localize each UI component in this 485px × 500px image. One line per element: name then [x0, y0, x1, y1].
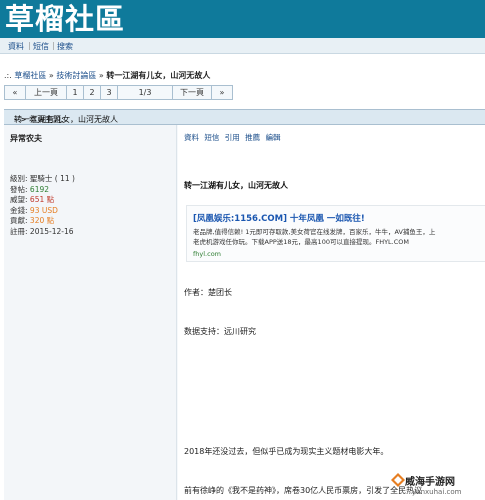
- breadcrumb: .:. 草榴社區 » 技術討論區 » 转一江湖有儿女，山河无故人: [4, 70, 210, 81]
- page-1-button[interactable]: 1: [66, 85, 84, 100]
- pagination: « 上一頁 1 2 3 1/3 下一頁 »: [4, 85, 233, 100]
- breadcrumb-forum-link[interactable]: 技術討論區: [56, 71, 96, 80]
- breadcrumb-current: 转一江湖有儿女，山河无故人: [106, 71, 211, 80]
- page-3-button[interactable]: 3: [100, 85, 118, 100]
- author-sidebar: 异常农夫 級別: 聖騎士 ( 11 ) 發帖: 6192 威望: 651 點 金…: [4, 125, 177, 500]
- post-title: 转一江湖有儿女，山河无故人: [184, 181, 288, 190]
- author-name[interactable]: 异常农夫: [10, 133, 42, 144]
- post-author-line: 作者：楚团长: [184, 288, 232, 297]
- ad-description-line: 老虎机游戏任你玩。下载APP送18元，最高100可以直接提现。FHYL.COM: [193, 237, 410, 246]
- recommend-action-link[interactable]: 推薦: [245, 133, 260, 142]
- prev-page-button[interactable]: 上一頁: [25, 85, 67, 100]
- site-header: 草榴社區: [0, 0, 485, 38]
- watermark-text: 威海手游网: [405, 477, 455, 488]
- watermark: 威海手游网 yunxuhai.com: [390, 470, 485, 500]
- stat-registered: 註冊: 2015-12-16: [10, 226, 74, 236]
- stat-posts: 發帖: 6192: [10, 184, 50, 194]
- nav-search-link[interactable]: 搜索: [57, 41, 73, 52]
- author-stats: 級別: 聖騎士 ( 11 ) 發帖: 6192 威望: 651 點 金錢: 93…: [10, 174, 75, 237]
- breadcrumb-root-link[interactable]: 草榴社區: [14, 71, 46, 80]
- nav-messages-link[interactable]: 短信: [33, 41, 49, 52]
- thread-title-text: 转一江湖有儿女，山河无故人: [14, 115, 118, 124]
- ad-banner[interactable]: [凤凰娱乐:1156.COM] 十年凤凰 一如既往! 老品牌,值得信赖! 1元即…: [186, 205, 485, 262]
- watermark-subtext: yunxuhai.com: [412, 488, 462, 496]
- page-status: 1/3: [117, 85, 173, 100]
- ad-url[interactable]: fhyl.com: [193, 250, 221, 258]
- page-2-button[interactable]: 2: [83, 85, 101, 100]
- profile-action-link[interactable]: 資料: [184, 133, 199, 142]
- nav-profile-link[interactable]: 資料: [8, 41, 24, 52]
- quote-action-link[interactable]: 引用: [225, 133, 240, 142]
- edit-action-link[interactable]: 編輯: [266, 133, 281, 142]
- post-paragraph: 前有徐峥的《我不是药神》，席卷30亿人民币票房，引发了全民热议: [184, 486, 423, 495]
- message-action-link[interactable]: 短信: [204, 133, 219, 142]
- last-page-button[interactable]: »: [211, 85, 233, 100]
- post-data-source-line: 数据支持：远川研究: [184, 327, 256, 336]
- watermark-logo-icon: [391, 473, 405, 487]
- top-nav: 資料 | 短信 | 搜索: [0, 38, 485, 54]
- next-page-button[interactable]: 下一頁: [172, 85, 212, 100]
- stat-contribution: 貢獻: 320 點: [10, 216, 55, 225]
- post-content: 資料 短信 引用 推薦 編輯 转一江湖有儿女，山河无故人 [凤凰娱乐:1156.…: [178, 125, 485, 500]
- stat-level: 級別: 聖騎士 ( 11 ): [10, 174, 75, 183]
- post-paragraph: 2018年还没过去，但似乎已成为现实主义题材电影大年。: [184, 447, 389, 456]
- nav-separator: |: [52, 41, 55, 50]
- breadcrumb-prefix: .:.: [4, 71, 12, 80]
- ad-description-line: 老品牌,值得信赖! 1元即可存取款,美女荷官在线发牌，百家乐，牛牛，AV捕鱼王，…: [193, 228, 436, 236]
- post-actions: 資料 短信 引用 推薦 編輯: [184, 132, 284, 143]
- stat-money: 金錢: 93 USD: [10, 205, 58, 215]
- thread-title-bar: --> 本頁主題: 转一江湖有儿女，山河无故人: [4, 109, 485, 125]
- nav-separator: |: [28, 41, 31, 50]
- ad-description: 老品牌,值得信赖! 1元即可存取款,美女荷官在线发牌，百家乐，牛牛，AV捕鱼王，…: [193, 228, 435, 247]
- stat-prestige: 威望: 651 點: [10, 195, 55, 204]
- ad-title[interactable]: [凤凰娱乐:1156.COM] 十年凤凰 一如既往!: [193, 212, 365, 224]
- post: 异常农夫 級別: 聖騎士 ( 11 ) 發帖: 6192 威望: 651 點 金…: [4, 125, 485, 500]
- breadcrumb-sep: »: [48, 71, 54, 80]
- first-page-button[interactable]: «: [4, 85, 26, 100]
- breadcrumb-sep: »: [98, 71, 104, 80]
- site-title[interactable]: 草榴社區: [5, 2, 125, 36]
